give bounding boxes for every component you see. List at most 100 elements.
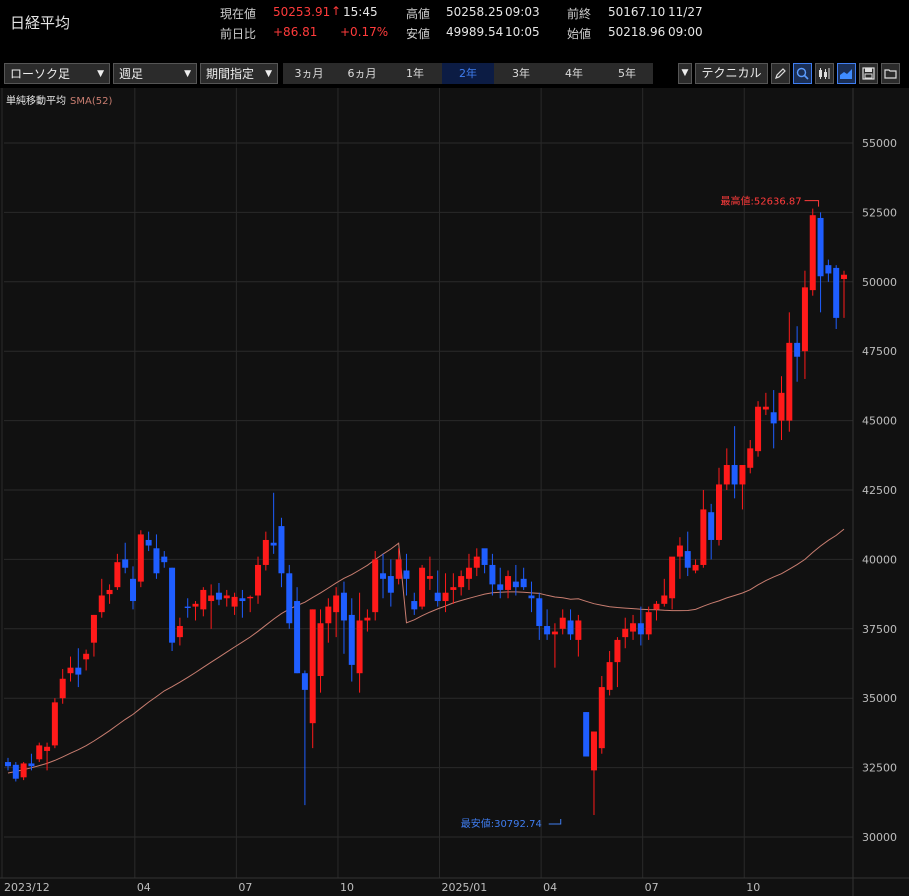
candle-body bbox=[411, 601, 418, 610]
period-value: 週足 bbox=[119, 67, 144, 81]
draw-pencil-button[interactable] bbox=[771, 63, 790, 84]
candle-body bbox=[630, 623, 637, 632]
change-value: +86.81 bbox=[273, 25, 318, 39]
candle-body bbox=[12, 764, 19, 779]
change-label: 前日比 bbox=[220, 27, 257, 41]
candle-body bbox=[169, 567, 176, 643]
range-1y-button[interactable]: 1年 bbox=[389, 63, 441, 84]
range-3y-button[interactable]: 3年 bbox=[495, 63, 547, 84]
candle-style-button[interactable] bbox=[815, 63, 834, 84]
candle-body bbox=[692, 564, 699, 571]
period-select[interactable]: 週足 ▼ bbox=[113, 63, 197, 84]
y-tick-label: 32500 bbox=[862, 762, 897, 775]
zoom-button[interactable] bbox=[793, 63, 812, 84]
up-arrow-icon: ↑ bbox=[331, 4, 342, 18]
open-label: 始値 bbox=[567, 27, 592, 41]
chart-toolbar: ローソク足 ▼ 週足 ▼ 期間指定 ▼ 3ヵ月 6ヵ月 1年 2年 3年 4年 … bbox=[0, 60, 909, 88]
area-chart-button[interactable] bbox=[837, 63, 856, 84]
sma-line bbox=[7, 528, 845, 774]
current-label: 現在値 bbox=[220, 7, 257, 21]
candle-body bbox=[395, 559, 402, 579]
candle-body bbox=[122, 559, 129, 568]
candle-body bbox=[270, 542, 277, 546]
candle-body bbox=[794, 342, 801, 357]
range-mode-select[interactable]: 期間指定 ▼ bbox=[200, 63, 278, 84]
candle-body bbox=[239, 598, 246, 602]
prev-close-label: 前終 bbox=[567, 7, 592, 21]
candle-body bbox=[28, 763, 35, 767]
candle-body bbox=[356, 620, 363, 674]
candle-body bbox=[583, 712, 590, 757]
y-tick-label: 52500 bbox=[862, 206, 897, 219]
chevron-down-icon: ▼ bbox=[265, 69, 272, 79]
candle-body bbox=[786, 342, 793, 421]
candle-body bbox=[380, 573, 387, 579]
technical-button[interactable]: テクニカル bbox=[695, 63, 768, 84]
open-value: 50218.96 bbox=[608, 25, 666, 39]
y-tick-label: 55000 bbox=[862, 137, 897, 150]
low-value: 49989.54 bbox=[446, 25, 504, 39]
candle-body bbox=[676, 545, 683, 557]
save-button[interactable] bbox=[859, 63, 878, 84]
candle-body bbox=[44, 746, 51, 751]
candle-body bbox=[458, 576, 465, 588]
current-time: 15:45 bbox=[343, 5, 378, 19]
candle-body bbox=[247, 596, 254, 599]
chart-type-value: ローソク足 bbox=[10, 67, 71, 81]
candle-body bbox=[505, 576, 512, 590]
candle-body bbox=[114, 562, 121, 588]
candlestick-chart[interactable]: 30000 32500 35000 37500 40000 42500 45000 47500… bbox=[0, 88, 909, 896]
open-folder-button[interactable] bbox=[881, 63, 900, 84]
chevron-down-icon: ▼ bbox=[97, 69, 104, 79]
candle-body bbox=[622, 628, 629, 638]
candle-body bbox=[809, 215, 816, 291]
candle-body bbox=[309, 609, 316, 724]
candle-body bbox=[83, 653, 90, 660]
y-tick-label: 45000 bbox=[862, 415, 897, 428]
dropdown-toggle-button[interactable]: ▼ bbox=[678, 63, 692, 84]
candle-body bbox=[130, 578, 137, 602]
legend-sma: SMA(52) bbox=[70, 96, 113, 107]
candle-body bbox=[825, 265, 832, 274]
candle-body bbox=[614, 639, 621, 663]
x-tick-label: 04 bbox=[137, 881, 151, 894]
candle-body bbox=[364, 617, 371, 621]
x-tick-label: 04 bbox=[543, 881, 557, 894]
candle-body bbox=[536, 598, 543, 627]
candle-body bbox=[340, 592, 347, 621]
candle-body bbox=[98, 595, 105, 613]
range-6m-button[interactable]: 6ヵ月 bbox=[336, 63, 388, 84]
candle-body bbox=[403, 570, 410, 579]
candle-body bbox=[551, 631, 558, 635]
x-tick-label: 2023/12 bbox=[4, 881, 50, 894]
y-tick-label: 30000 bbox=[862, 831, 897, 844]
candle-body bbox=[770, 412, 777, 424]
candle-body bbox=[278, 526, 285, 574]
candle-body bbox=[715, 484, 722, 540]
candle-body bbox=[301, 673, 308, 690]
candle-body bbox=[176, 626, 183, 638]
candle-body bbox=[231, 596, 238, 607]
open-time: 09:00 bbox=[668, 25, 703, 39]
high-annotation: 最高値:52636.87 bbox=[721, 195, 802, 208]
candle-body bbox=[90, 614, 97, 643]
candle-body bbox=[286, 573, 293, 624]
range-4y-button[interactable]: 4年 bbox=[548, 63, 600, 84]
high-annotation-arrow bbox=[804, 200, 820, 207]
range-5y-button[interactable]: 5年 bbox=[601, 63, 653, 84]
candle-body bbox=[801, 287, 808, 352]
range-2y-button[interactable]: 2年 bbox=[442, 63, 494, 84]
range-3m-button[interactable]: 3ヵ月 bbox=[283, 63, 335, 84]
candle-body bbox=[450, 587, 457, 590]
candle-body bbox=[637, 623, 644, 635]
candle-body bbox=[106, 589, 113, 595]
chart-type-select[interactable]: ローソク足 ▼ bbox=[4, 63, 110, 84]
candle-body bbox=[473, 556, 480, 568]
candle-body bbox=[606, 662, 613, 690]
y-tick-label: 42500 bbox=[862, 484, 897, 497]
x-tick-label: 07 bbox=[238, 881, 252, 894]
folder-icon bbox=[884, 69, 897, 79]
candle-body bbox=[348, 614, 355, 665]
quote-header: 日経平均 現在値 50253.91 ↑ 15:45 前日比 +86.81 +0.… bbox=[0, 0, 909, 58]
candle-body bbox=[778, 392, 785, 421]
